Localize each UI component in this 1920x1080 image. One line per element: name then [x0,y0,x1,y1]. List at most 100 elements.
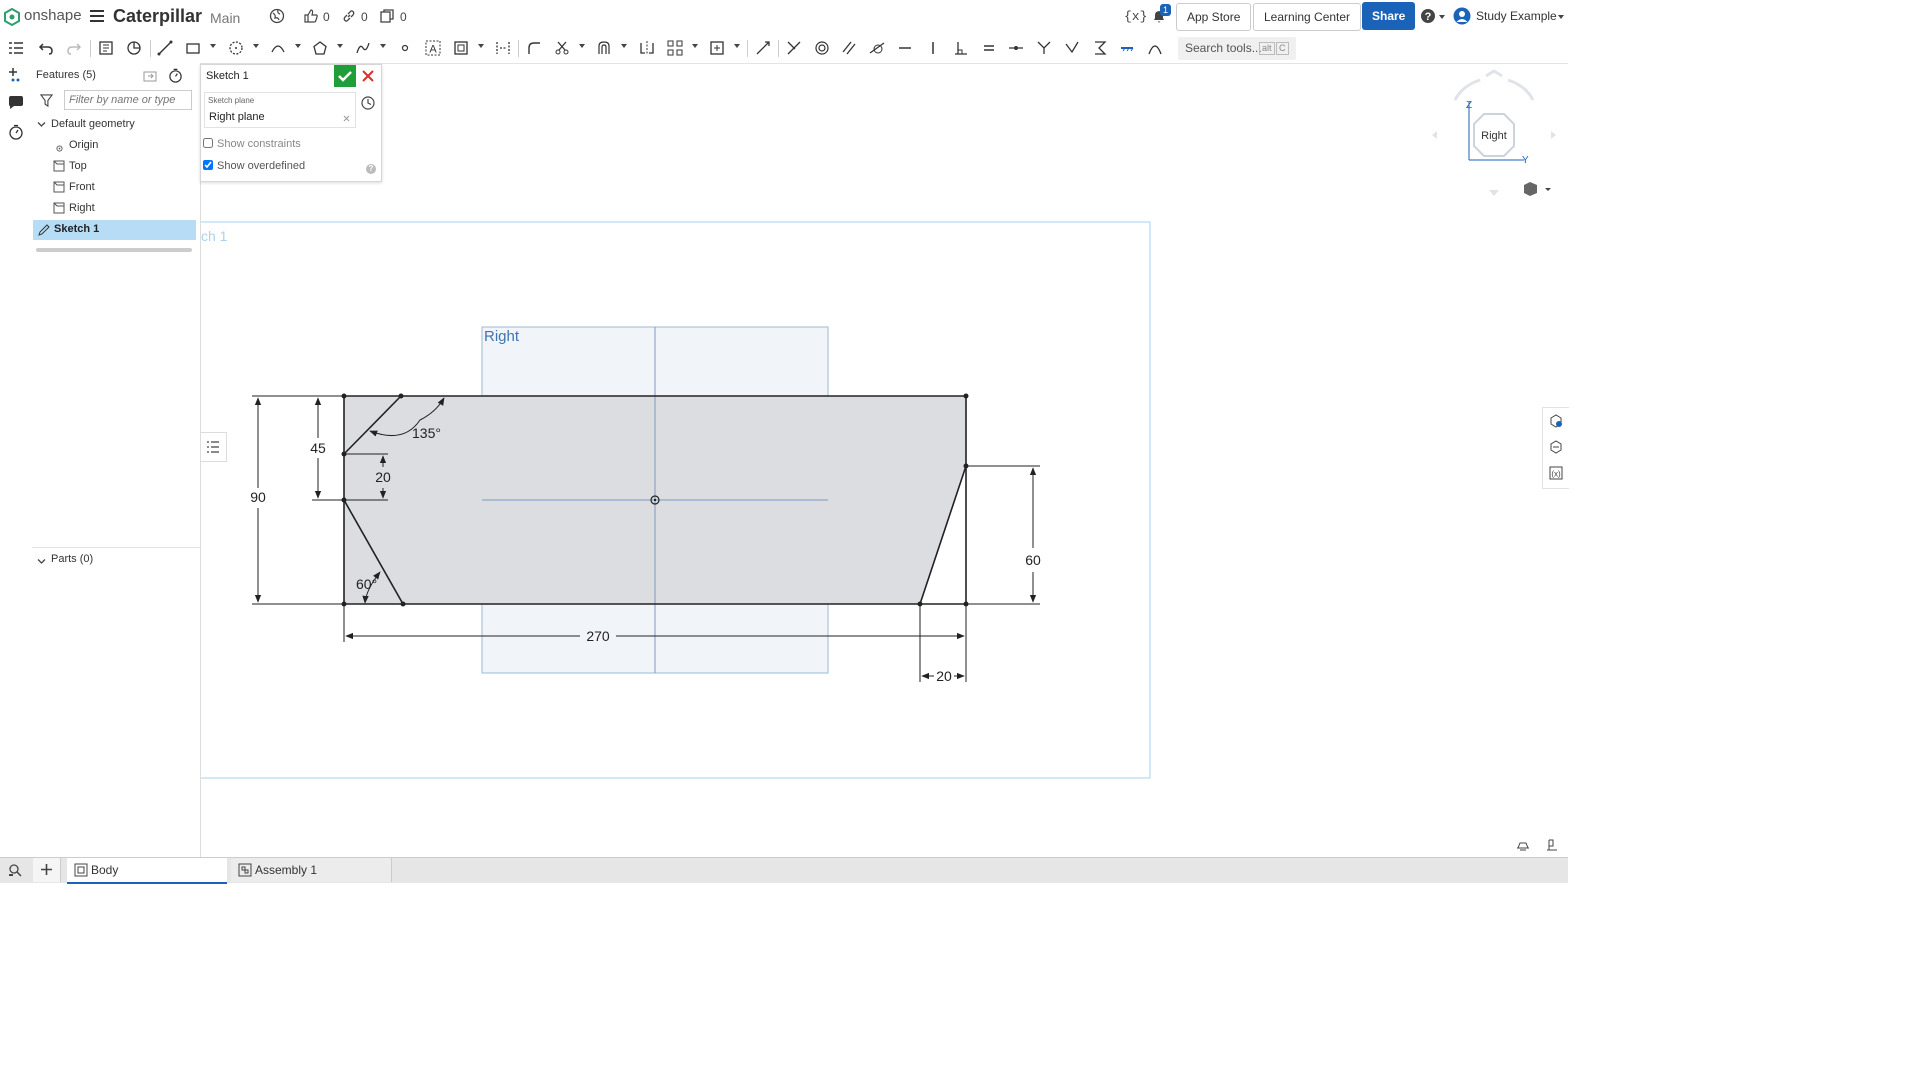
slot-tool-icon[interactable] [453,40,469,56]
pattern-tool-icon[interactable] [667,40,683,56]
chevron-down-icon[interactable] [37,118,46,127]
trim-tool-icon[interactable] [554,40,570,56]
search-tools-placeholder[interactable]: Search tools... [1185,41,1262,55]
cancel-button[interactable] [360,68,376,84]
arc-chevron-down-icon[interactable] [295,44,301,48]
fillet-tool-icon[interactable] [526,40,542,56]
trim-chevron-down-icon[interactable] [579,44,585,48]
feature-filter-input[interactable] [64,90,192,110]
feature-item-sketch1[interactable]: Sketch 1 [33,220,196,240]
circle-tool-icon[interactable] [228,40,244,56]
user-avatar-icon[interactable] [1453,7,1471,25]
document-title[interactable]: Caterpillar [113,6,202,27]
show-constraints-checkbox[interactable] [203,138,213,148]
graphics-settings-icon[interactable] [1516,838,1530,852]
learning-center-button[interactable]: Learning Center [1253,3,1362,31]
polygon-chevron-down-icon[interactable] [337,44,343,48]
dxf-import-icon[interactable] [709,40,725,56]
offset-chevron-down-icon[interactable] [621,44,627,48]
add-tab-button[interactable] [33,858,61,882]
slot-chevron-down-icon[interactable] [478,44,484,48]
help-icon[interactable]: ? [1420,8,1436,24]
rollback-bar[interactable] [36,248,192,252]
insert-icon[interactable] [8,67,24,83]
sketch-plane-field[interactable]: Sketch plane Right plane [204,92,356,128]
tab-body[interactable]: Body [67,858,227,884]
appearance-panel-icon[interactable] [1549,414,1563,428]
pattern-chevron-down-icon[interactable] [692,44,698,48]
help-icon[interactable]: ? [366,164,376,174]
workspace-name[interactable]: Main [210,10,240,26]
user-chevron-down-icon[interactable] [1558,15,1564,19]
dimension-20-inner[interactable]: 20 [375,469,391,485]
midpoint-constraint-icon[interactable] [1008,40,1024,56]
horizontal-constraint-icon[interactable] [897,40,913,56]
symmetric-constraint-icon[interactable] [1092,40,1108,56]
concentric-constraint-icon[interactable] [814,40,830,56]
like-icon[interactable] [303,8,319,24]
normal-constraint-icon[interactable] [1036,40,1052,56]
construction-icon[interactable] [495,40,511,56]
new-sketch-icon[interactable] [98,40,114,56]
share-button[interactable]: Share [1362,2,1416,30]
offset-tool-icon[interactable] [596,40,612,56]
tab-assembly[interactable]: Assembly 1 [231,858,392,882]
user-name[interactable]: Study Example [1476,9,1557,23]
spline-tool-icon[interactable] [355,40,371,56]
arc-tool-icon[interactable] [270,40,286,56]
dimension-tool-icon[interactable] [755,40,771,56]
polygon-tool-icon[interactable] [312,40,328,56]
dimension-60-right[interactable]: 60 [1025,552,1041,568]
dimension-angle-135[interactable]: 135° [412,425,441,441]
dimension-45[interactable]: 45 [310,440,326,456]
history-timer-icon[interactable] [8,124,24,140]
show-overdefined-checkbox[interactable] [203,160,213,170]
parallel-constraint-icon[interactable] [841,40,857,56]
circle-chevron-down-icon[interactable] [253,44,259,48]
equal-constraint-icon[interactable] [981,40,997,56]
feature-folder-icon[interactable] [143,69,157,83]
point-tool-icon[interactable] [397,40,413,56]
spline-chevron-down-icon[interactable] [380,44,386,48]
redo-icon[interactable] [66,40,82,56]
confirm-button[interactable] [334,65,356,87]
perpendicular-constraint-icon[interactable] [953,40,969,56]
coincident-constraint-icon[interactable] [786,40,802,56]
feature-item-front[interactable]: Front [69,181,95,193]
dimension-width-270[interactable]: 270 [586,628,610,644]
feature-list-icon[interactable] [8,40,24,56]
view-cube[interactable]: Right Z Y [1432,69,1556,196]
feature-item-origin[interactable]: Origin [69,139,98,151]
default-geometry-group[interactable]: Default geometry [51,118,135,130]
view-options-cube-icon[interactable] [1524,182,1551,196]
view-cube-face[interactable]: Right [1481,130,1507,142]
rollback-timer-icon[interactable] [168,68,183,83]
parts-header[interactable]: Parts (0) [51,553,93,565]
rectangle-tool-icon[interactable] [185,40,201,56]
dxf-chevron-down-icon[interactable] [734,44,740,48]
comments-icon[interactable] [8,95,24,111]
menu-icon[interactable] [90,9,104,23]
sketch-list-toggle[interactable] [201,432,227,462]
rectangle-chevron-down-icon[interactable] [210,44,216,48]
copy-icon[interactable] [379,8,395,24]
vertical-constraint-icon[interactable] [925,40,941,56]
link-icon[interactable] [342,9,356,23]
clear-selection-icon[interactable] [343,115,350,122]
dimension-height-90[interactable]: 90 [250,489,266,505]
filter-icon[interactable] [39,94,54,108]
feature-item-right[interactable]: Right [69,202,95,214]
variables-icon[interactable]: {x} [1124,9,1147,24]
tangent-constraint-icon[interactable] [869,40,885,56]
variable-table-icon[interactable]: (x) [1549,466,1563,480]
text-tool-icon[interactable]: A [425,40,441,56]
app-store-button[interactable]: App Store [1176,3,1252,31]
configuration-panel-icon[interactable] [1549,440,1563,454]
undo-icon[interactable] [38,40,54,56]
graphics-viewport[interactable]: ch 1 Right 90 45 20 135° 60° 270 60 20 R… [201,63,1568,857]
globe-icon[interactable] [269,8,285,24]
pierce-constraint-icon[interactable] [1064,40,1080,56]
curvature-constraint-icon[interactable] [1147,40,1163,56]
history-clock-icon[interactable] [361,96,375,110]
parts-chevron-down-icon[interactable] [37,555,46,564]
